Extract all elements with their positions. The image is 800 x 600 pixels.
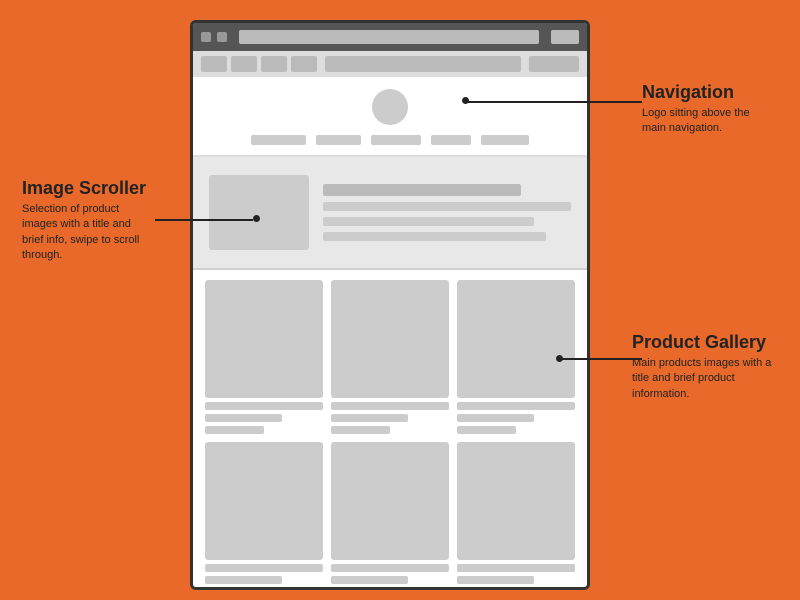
nav-link-2[interactable] (316, 135, 361, 145)
gallery-text-1b (205, 414, 282, 422)
gallery-text-5a (331, 564, 449, 572)
tab-btn-3[interactable] (261, 56, 287, 72)
toolbar-url-bar[interactable] (325, 56, 521, 72)
browser-url-bar (239, 30, 539, 44)
nav-link-3[interactable] (371, 135, 421, 145)
gallery-image-1 (205, 280, 323, 398)
navigation-annotation: Navigation Logo sitting above the main n… (642, 82, 772, 137)
gallery-text-3c (457, 426, 516, 434)
gallery-item-1[interactable] (205, 280, 323, 434)
tab-btn-2[interactable] (231, 56, 257, 72)
page-content (193, 77, 587, 587)
gallery-text-3a (457, 402, 575, 410)
gallery-text-6a (457, 564, 575, 572)
gallery-text-4b (205, 576, 282, 584)
gallery-text-5b (331, 576, 408, 584)
toolbar (193, 51, 587, 77)
nav-link-5[interactable] (481, 135, 529, 145)
product-gallery-annotation-title: Product Gallery (632, 332, 772, 353)
hero-line-3 (323, 232, 546, 241)
tab-btn-4[interactable] (291, 56, 317, 72)
navigation-annotation-desc: Logo sitting above the main navigation. (642, 106, 772, 137)
gallery-item-2[interactable] (331, 280, 449, 434)
wireframe-device (190, 20, 590, 590)
hero-line-2 (323, 217, 534, 226)
gallery-text-3b (457, 414, 534, 422)
nav-logo-area (209, 89, 571, 125)
image-scroller-annotation-desc: Selection of product images with a title… (22, 202, 152, 264)
product-gallery-annotation: Product Gallery Main products images wit… (632, 332, 772, 402)
tab-btn-1[interactable] (201, 56, 227, 72)
gallery-text-1c (205, 426, 264, 434)
product-gallery-annotation-desc: Main products images with a title and br… (632, 356, 772, 402)
navigation-section (193, 77, 587, 157)
image-scroller-annotation-title: Image Scroller (22, 178, 152, 199)
gallery-text-2a (331, 402, 449, 410)
gallery-image-6 (457, 442, 575, 560)
gallery-text-2b (331, 414, 408, 422)
hero-title-bar (323, 184, 521, 196)
gallery-text-1a (205, 402, 323, 410)
gallery-image-2 (331, 280, 449, 398)
toolbar-right-btn[interactable] (529, 56, 579, 72)
browser-bar (193, 23, 587, 51)
browser-dot-1 (201, 32, 211, 42)
nav-link-4[interactable] (431, 135, 471, 145)
browser-dot-2 (217, 32, 227, 42)
gallery-text-6b (457, 576, 534, 584)
product-gallery-annotation-line (560, 358, 642, 360)
navigation-annotation-line (466, 101, 642, 103)
gallery-image-3 (457, 280, 575, 398)
nav-link-1[interactable] (251, 135, 306, 145)
gallery-image-4 (205, 442, 323, 560)
gallery-text-2c (331, 426, 390, 434)
image-scroller-section (193, 157, 587, 270)
image-scroller-annotation: Image Scroller Selection of product imag… (22, 178, 152, 264)
nav-links (209, 135, 571, 145)
gallery-item-4[interactable] (205, 442, 323, 587)
hero-text-area (323, 184, 571, 241)
navigation-annotation-title: Navigation (642, 82, 772, 103)
gallery-image-5 (331, 442, 449, 560)
image-scroller-annotation-line (155, 219, 253, 221)
gallery-grid (205, 280, 575, 587)
product-gallery-section (193, 270, 587, 587)
gallery-text-4a (205, 564, 323, 572)
gallery-item-5[interactable] (331, 442, 449, 587)
nav-logo (372, 89, 408, 125)
gallery-item-6[interactable] (457, 442, 575, 587)
hero-line-1 (323, 202, 571, 211)
browser-action-btn (551, 30, 579, 44)
image-scroller-annotation-dot (253, 215, 260, 222)
hero-image (209, 175, 309, 250)
